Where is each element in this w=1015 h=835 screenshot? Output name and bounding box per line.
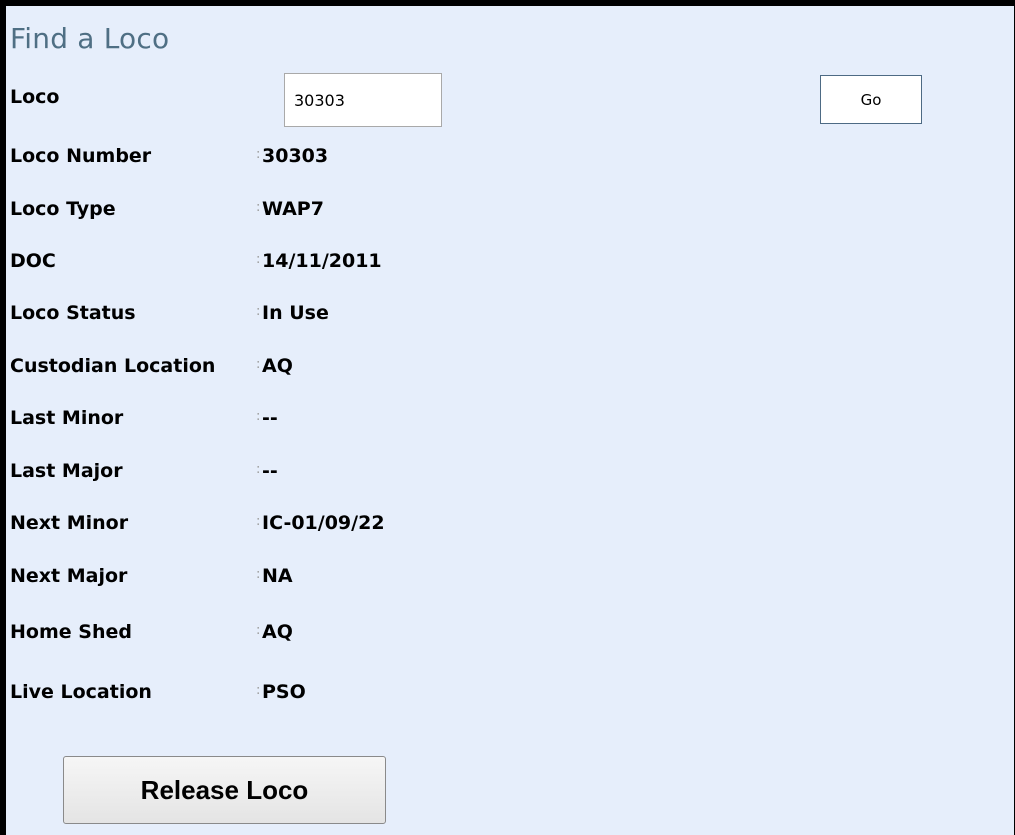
detail-label: Next Major [10, 565, 128, 587]
detail-label: Next Minor [10, 512, 129, 534]
detail-separator: : [256, 567, 261, 582]
detail-label: Home Shed [10, 621, 132, 643]
detail-label: DOC [10, 250, 56, 272]
detail-value: AQ [262, 621, 293, 643]
detail-separator: : [256, 304, 261, 319]
loco-search-input[interactable] [284, 73, 442, 127]
detail-value: In Use [262, 302, 329, 324]
detail-separator: : [256, 357, 261, 372]
loco-label: Loco [10, 86, 60, 108]
detail-value: WAP7 [262, 198, 324, 220]
detail-label: Last Minor [10, 407, 124, 429]
detail-value: 30303 [262, 145, 329, 167]
detail-value: -- [262, 460, 278, 482]
find-loco-panel: Find a Loco Loco Go Loco Number : 30303 … [0, 0, 1015, 835]
go-button[interactable]: Go [820, 75, 922, 124]
detail-value: -- [262, 407, 278, 429]
detail-row-last-major: Last Major : -- [10, 460, 610, 490]
detail-value: NA [262, 565, 293, 587]
detail-row-live-location: Live Location : PSO [10, 681, 610, 711]
detail-separator: : [256, 252, 261, 267]
detail-separator: : [256, 147, 261, 162]
detail-value: IC-01/09/22 [262, 512, 385, 534]
detail-row-custodian-location: Custodian Location : AQ [10, 355, 610, 385]
detail-label: Loco Type [10, 198, 116, 220]
detail-row-doc: DOC : 14/11/2011 [10, 250, 610, 280]
detail-row-home-shed: Home Shed : AQ [10, 621, 610, 651]
detail-value: PSO [262, 681, 306, 703]
detail-row-loco-number: Loco Number : 30303 [10, 145, 610, 175]
detail-separator: : [256, 409, 261, 424]
detail-label: Live Location [10, 681, 152, 703]
detail-label: Loco Number [10, 145, 152, 167]
page-title: Find a Loco [10, 22, 170, 55]
detail-row-next-major: Next Major : NA [10, 565, 610, 595]
detail-row-last-minor: Last Minor : -- [10, 407, 610, 437]
detail-value: AQ [262, 355, 293, 377]
release-loco-button[interactable]: Release Loco [63, 756, 386, 824]
detail-separator: : [256, 683, 261, 698]
detail-label: Last Major [10, 460, 123, 482]
detail-row-loco-status: Loco Status : In Use [10, 302, 610, 332]
detail-separator: : [256, 462, 261, 477]
detail-separator: : [256, 200, 261, 215]
detail-label: Loco Status [10, 302, 136, 324]
detail-separator: : [256, 623, 261, 638]
detail-value: 14/11/2011 [262, 250, 382, 272]
detail-row-loco-type: Loco Type : WAP7 [10, 198, 610, 228]
detail-separator: : [256, 514, 261, 529]
detail-row-next-minor: Next Minor : IC-01/09/22 [10, 512, 610, 542]
detail-label: Custodian Location [10, 355, 216, 377]
